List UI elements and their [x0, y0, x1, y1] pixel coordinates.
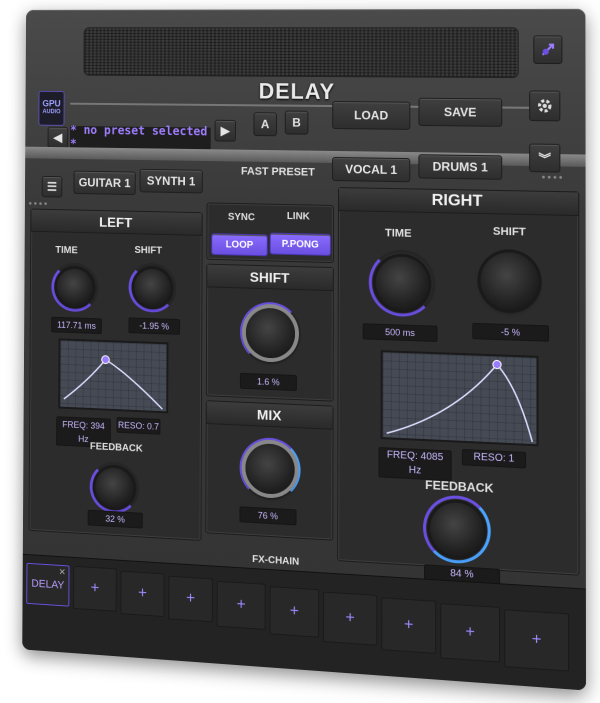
fast-preset-vocal-1[interactable]: VOCAL 1	[332, 156, 411, 183]
right-panel-title: RIGHT	[338, 188, 579, 217]
left-reso-value[interactable]: RESO: 0.7	[116, 416, 161, 435]
right-time-knob[interactable]	[375, 256, 429, 311]
fx-slot-empty[interactable]: +	[323, 591, 378, 646]
fx-slot-empty[interactable]: +	[216, 580, 266, 630]
gear-icon[interactable]	[529, 90, 561, 122]
arrow-left-icon[interactable]: ◀	[47, 126, 69, 149]
right-freq-value[interactable]: FREQ: 4085 Hz	[378, 447, 452, 482]
logo-subtext: AUDIO	[42, 109, 61, 116]
right-filter-graph[interactable]	[380, 350, 539, 447]
preset-a-button[interactable]: A	[253, 112, 277, 137]
speaker-grille	[83, 27, 519, 79]
left-feedback-label: FEEDBACK	[89, 441, 143, 455]
left-shift-knob[interactable]	[134, 268, 171, 307]
fx-slot-empty[interactable]: +	[269, 586, 320, 638]
left-panel: LEFT TIME SHIFT 117.71 ms -1.95 % FREQ: …	[28, 208, 203, 541]
left-shift-label: SHIFT	[134, 245, 163, 257]
shift-value[interactable]: 1.6 %	[239, 372, 297, 392]
fx-slot-delay[interactable]: ✕ DELAY	[26, 562, 70, 607]
loop-toggle[interactable]: LOOP	[211, 233, 268, 257]
fast-preset-drums-1[interactable]: DRUMS 1	[418, 154, 503, 180]
fx-slot-empty[interactable]: +	[168, 575, 213, 623]
right-reso-value[interactable]: RESO: 1	[461, 448, 527, 469]
logo-text: GPU	[42, 98, 61, 109]
right-shift-label: SHIFT	[492, 225, 526, 239]
list-icon[interactable]: ☰	[41, 175, 63, 198]
ppong-toggle[interactable]: P.PONG	[269, 232, 331, 256]
sync-link-panel: SYNC LINK LOOP P.PONG	[206, 202, 334, 264]
fx-chain-rack: ✕ DELAY + + + + + + + + +	[22, 553, 586, 691]
save-button[interactable]: SAVE	[418, 97, 503, 127]
preset-b-button[interactable]: B	[284, 110, 309, 135]
fx-slot-empty[interactable]: +	[120, 570, 165, 618]
fx-slot-empty[interactable]: +	[440, 603, 501, 663]
right-feedback-label: FEEDBACK	[425, 477, 494, 496]
shift-panel-title: SHIFT	[207, 264, 333, 292]
arrow-right-icon[interactable]: ▶	[214, 119, 236, 142]
left-filter-graph[interactable]	[58, 338, 169, 414]
right-shift-knob[interactable]	[480, 251, 539, 311]
left-time-knob[interactable]	[56, 268, 93, 307]
right-time-label: TIME	[384, 227, 412, 240]
mix-value[interactable]: 76 %	[239, 506, 297, 526]
right-filter-handle[interactable]	[493, 360, 501, 368]
right-shift-value[interactable]: -5 %	[472, 322, 549, 342]
left-shift-value[interactable]: -1.95 %	[128, 317, 181, 335]
gpu-audio-logo: GPU AUDIO	[38, 90, 65, 126]
left-time-label: TIME	[55, 244, 78, 257]
chevron-down-icon[interactable]: ︾	[529, 143, 561, 173]
shift-knob[interactable]	[245, 307, 296, 359]
mix-panel: MIX 76 %	[205, 400, 334, 541]
fast-preset-synth-1[interactable]: SYNTH 1	[139, 168, 203, 194]
fx-slot-empty[interactable]: +	[504, 609, 570, 672]
sync-label: SYNC	[227, 211, 256, 224]
left-feedback-value[interactable]: 32 %	[87, 509, 143, 529]
fx-slot-empty[interactable]: +	[73, 565, 117, 612]
left-time-value[interactable]: 117.71 ms	[51, 316, 102, 335]
fast-preset-label: FAST PRESET	[241, 165, 315, 179]
left-panel-title: LEFT	[31, 209, 202, 236]
shift-panel: SHIFT 1.6 %	[205, 263, 334, 402]
fx-slot-delay-label: DELAY	[31, 577, 65, 592]
delay-plugin-window: DELAY GPU AUDIO ◀ * no preset selected *…	[22, 8, 586, 691]
fx-chain-label: FX-CHAIN	[252, 553, 300, 568]
close-icon[interactable]: ✕	[59, 567, 66, 578]
load-button[interactable]: LOAD	[332, 101, 411, 130]
mix-panel-title: MIX	[206, 401, 333, 430]
plugin-icon[interactable]	[533, 35, 563, 65]
preset-name-display[interactable]: * no preset selected *	[70, 123, 211, 150]
fx-slot-empty[interactable]: +	[381, 597, 437, 654]
fast-preset-guitar-1[interactable]: GUITAR 1	[73, 170, 136, 196]
left-filter-curve	[60, 340, 166, 411]
right-time-value[interactable]: 500 ms	[362, 323, 438, 342]
right-panel: RIGHT TIME SHIFT 500 ms -5 % FREQ: 4085 …	[337, 187, 580, 576]
left-filter-handle[interactable]	[102, 356, 110, 364]
link-label: LINK	[286, 211, 310, 223]
right-filter-curve	[383, 352, 537, 444]
more-dots: ••••	[541, 172, 565, 184]
